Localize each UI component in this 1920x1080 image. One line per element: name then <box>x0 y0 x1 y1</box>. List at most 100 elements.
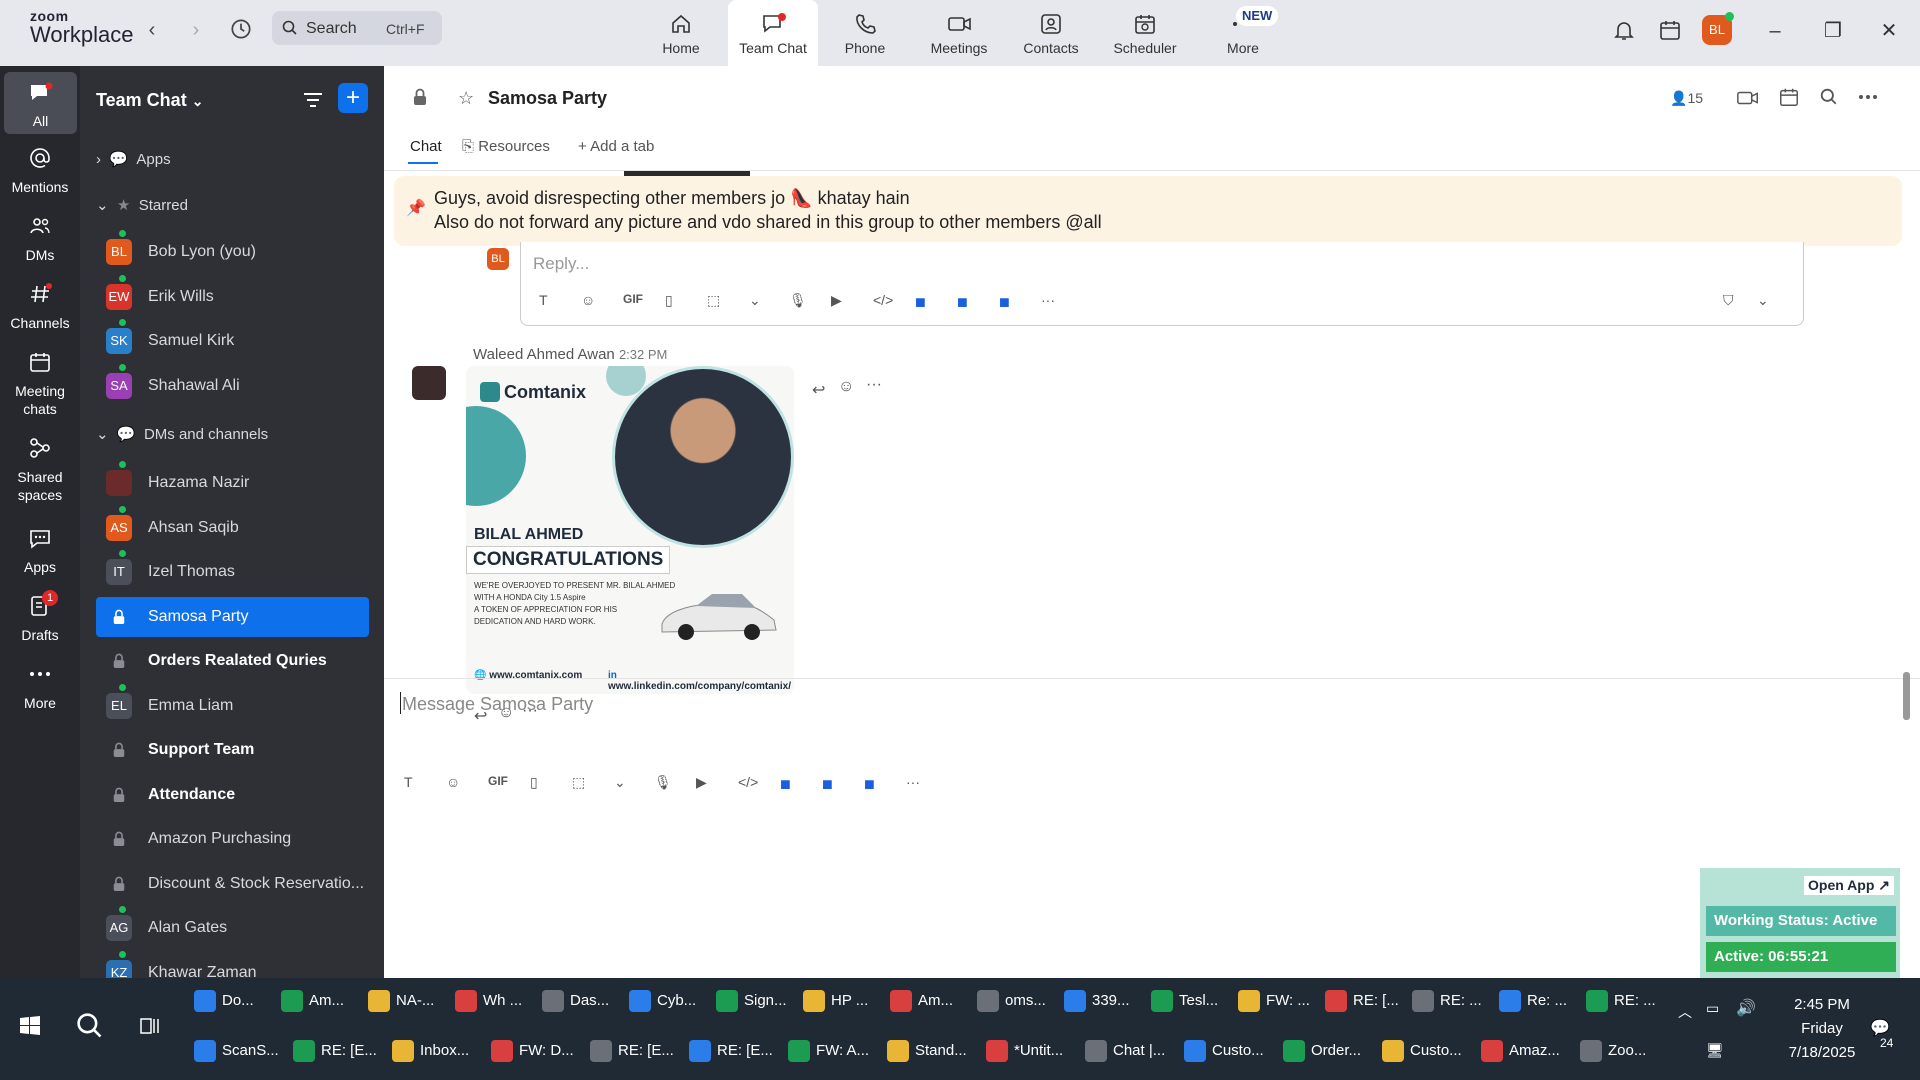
sidebar-item[interactable]: Samosa Party <box>96 596 369 637</box>
nav-scheduler[interactable]: Scheduler <box>1100 0 1190 66</box>
add-reaction-icon[interactable]: ☺ <box>838 378 854 396</box>
video-message-icon[interactable]: ▶ <box>696 774 707 791</box>
video-message-icon[interactable]: ▶ <box>831 292 842 309</box>
gif-icon[interactable]: GIF <box>488 774 508 788</box>
microphone-icon[interactable]: 🎙 <box>789 292 807 309</box>
reply-box[interactable]: Reply... T ☺ GIF ▯ ⬚ ⌄ 🎙 ▶ </> ■ ■ ■ ··· ⛉ ⌄ <box>520 242 1804 326</box>
taskbar-app[interactable]: Do... <box>194 990 254 1012</box>
taskbar-app[interactable]: HP ... <box>803 990 868 1012</box>
sidebar-item[interactable]: EL Emma Liam <box>96 682 369 726</box>
format-text-icon[interactable]: T <box>539 292 548 308</box>
taskbar-app[interactable]: Tesl... <box>1151 990 1218 1012</box>
chevron-down-icon[interactable]: ⌄ <box>749 292 761 309</box>
taskbar-app[interactable]: 339... <box>1064 990 1130 1012</box>
taskbar-app[interactable]: Inbox... <box>392 1040 469 1062</box>
windows-start-icon[interactable] <box>18 1014 42 1038</box>
chevron-down-icon[interactable]: ⌄ <box>614 774 626 791</box>
app-blue-icon[interactable]: ■ <box>999 292 1010 313</box>
reply-thread-icon[interactable]: ↩ <box>812 380 825 400</box>
screenshot-icon[interactable]: ⬚ <box>572 774 585 791</box>
message-input[interactable]: Message Samosa Party <box>402 694 593 715</box>
restore-icon[interactable]: ❐ <box>1818 16 1848 46</box>
bell-icon[interactable] <box>1612 18 1636 42</box>
schedule-icon[interactable] <box>1778 86 1800 108</box>
nav-phone[interactable]: Phone <box>820 0 910 66</box>
rail-all[interactable]: All <box>4 72 77 134</box>
chevron-down-icon[interactable]: ⌄ <box>1757 292 1769 309</box>
taskbar-app[interactable]: RE: [E... <box>293 1040 377 1062</box>
emoji-icon[interactable]: ☺ <box>446 774 460 790</box>
sidebar-item[interactable]: EW Erik Wills <box>96 273 369 317</box>
microphone-icon[interactable]: 🎙 <box>654 774 672 791</box>
filter-icon[interactable]: ⛉ <box>1723 292 1734 309</box>
taskbar-app[interactable]: Zoo... <box>1580 1040 1646 1062</box>
nav-meetings[interactable]: Meetings <box>914 0 1004 66</box>
file-icon[interactable]: ▯ <box>530 774 538 791</box>
battery-icon[interactable]: ▭ <box>1706 1000 1719 1017</box>
clock-time[interactable]: 2:45 PM <box>1762 996 1882 1013</box>
history-icon[interactable] <box>228 16 254 42</box>
app-blue-icon[interactable]: ■ <box>780 774 791 795</box>
taskbar-app[interactable]: FW: D... <box>491 1040 574 1062</box>
taskbar-app[interactable]: RE: [... <box>1325 990 1399 1012</box>
task-view-icon[interactable] <box>138 1014 162 1038</box>
rail-mentions[interactable]: Mentions <box>0 146 80 200</box>
channel-search-icon[interactable] <box>1820 88 1838 106</box>
sidebar-item[interactable]: Support Team <box>96 730 369 770</box>
network-icon[interactable]: 🖥 <box>1706 1042 1724 1059</box>
close-icon[interactable]: ✕ <box>1874 16 1904 46</box>
section-apps[interactable]: › 💬 Apps <box>96 150 171 174</box>
more-icon[interactable]: ··· <box>1041 292 1055 308</box>
app-blue-icon[interactable]: ■ <box>915 292 926 313</box>
taskbar-app[interactable]: ScanS... <box>194 1040 279 1062</box>
channel-title[interactable]: Samosa Party <box>488 88 607 109</box>
pinned-message[interactable]: 📌 Guys, avoid disrespecting other member… <box>394 176 1902 246</box>
rail-shared-spaces[interactable]: Shared spaces <box>0 436 80 506</box>
search-box[interactable]: Search Ctrl+F <box>272 11 442 45</box>
taskbar-app[interactable]: Cyb... <box>629 990 696 1012</box>
tab-chat[interactable]: Chat <box>410 138 442 155</box>
author-avatar[interactable] <box>412 366 446 400</box>
screenshot-icon[interactable]: ⬚ <box>707 292 720 309</box>
member-count[interactable]: 👤15 <box>1670 90 1703 107</box>
nav-home[interactable]: Home <box>636 0 726 66</box>
taskbar-app[interactable]: Order... <box>1283 1040 1361 1062</box>
taskbar-app[interactable]: Am... <box>890 990 953 1012</box>
taskbar-app[interactable]: FW: ... <box>1238 990 1310 1012</box>
rail-drafts[interactable]: 1 Drafts <box>0 590 80 648</box>
chevron-up-icon[interactable]: ︿ <box>1678 1002 1692 1022</box>
sidebar-item[interactable]: AS Ahsan Saqib <box>96 504 369 548</box>
section-starred[interactable]: ⌄ ★ Starred <box>96 196 188 220</box>
sidebar-item[interactable]: Amazon Purchasing <box>96 819 369 859</box>
sidebar-item[interactable]: Hazama Nazir <box>96 460 369 503</box>
taskbar-app[interactable]: Custo... <box>1184 1040 1264 1062</box>
taskbar-app[interactable]: oms... <box>977 990 1046 1012</box>
section-dms-channels[interactable]: ⌄ 💬 DMs and channels <box>96 425 268 449</box>
notifications-icon[interactable]: 💬 <box>1870 1018 1890 1038</box>
sidebar-item[interactable]: Orders Realated Quries <box>96 641 369 681</box>
taskbar-app[interactable]: RE: [E... <box>590 1040 674 1062</box>
code-snippet-icon[interactable]: </> <box>873 292 893 308</box>
tab-resources[interactable]: ⎘ Resources <box>462 138 550 155</box>
sidebar-item[interactable]: Attendance <box>96 775 369 815</box>
star-outline-icon[interactable]: ☆ <box>458 88 474 109</box>
taskbar-app[interactable]: Das... <box>542 990 609 1012</box>
open-app-button[interactable]: Open App ↗ <box>1804 876 1894 895</box>
more-options-icon[interactable] <box>1858 94 1878 100</box>
app-blue-icon[interactable]: ■ <box>864 774 875 795</box>
taskbar-app[interactable]: *Untit... <box>986 1040 1063 1062</box>
taskbar-app[interactable]: Chat |... <box>1085 1040 1165 1062</box>
minimize-icon[interactable]: – <box>1760 16 1790 46</box>
message-more-icon[interactable]: ··· <box>866 376 882 394</box>
forward-arrow-icon[interactable]: › <box>184 18 208 42</box>
taskbar-app[interactable]: Re: ... <box>1499 990 1567 1012</box>
filter-icon[interactable] <box>302 90 324 110</box>
volume-icon[interactable]: 🔊 <box>1736 998 1756 1018</box>
rail-dms[interactable]: DMs <box>0 214 80 268</box>
taskbar-app[interactable]: Am... <box>281 990 344 1012</box>
taskbar-search-icon[interactable] <box>76 1012 104 1040</box>
taskbar-app[interactable]: Amaz... <box>1481 1040 1560 1062</box>
tab-add[interactable]: + Add a tab <box>578 138 654 155</box>
calendar-icon[interactable] <box>1658 18 1682 42</box>
reply-input[interactable]: Reply... <box>533 254 589 274</box>
